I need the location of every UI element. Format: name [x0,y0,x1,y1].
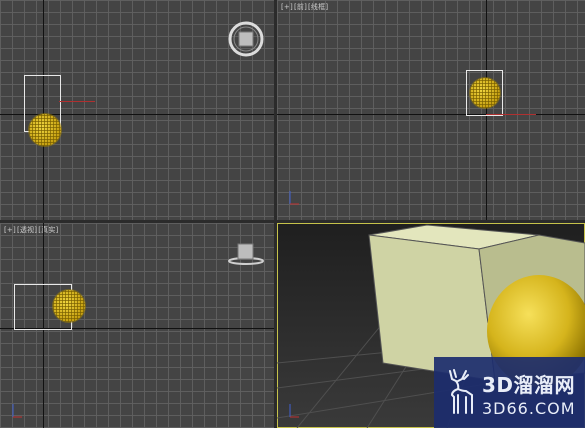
viewport-front[interactable]: [+][前][线框] [277,0,585,220]
viewcube-ring-icon[interactable] [227,20,265,58]
axis-tripod-icon [289,404,299,418]
gizmo-x-axis [486,114,536,115]
axis-tripod-icon [289,191,299,205]
selection-bracket-box[interactable] [466,70,503,116]
viewport-view-label[interactable]: [透视] [17,226,37,234]
viewport-label[interactable]: [+][透视][真实] [4,225,59,235]
viewport-view-label[interactable]: [前] [294,3,307,11]
watermark-title: 3D溜溜网 [482,373,576,397]
watermark-url: 3D66.COM [482,399,576,418]
viewport-top[interactable] [0,0,274,220]
viewport-left[interactable]: [+][透视][真实] [0,223,274,428]
axis-tripod-icon [12,404,22,418]
viewport-label[interactable]: [+][前][线框] [281,2,329,12]
viewport-menu-plus[interactable]: [+] [281,3,293,11]
axis-horizontal [277,114,585,115]
sphere-object[interactable] [53,290,85,322]
viewcube-icon[interactable] [226,241,266,267]
watermark: 3D溜溜网 3D66.COM [434,357,585,428]
viewport-shading-label[interactable]: [真实] [38,226,58,234]
viewport-shading-label[interactable]: [线框] [308,3,328,11]
sphere-object[interactable] [29,114,61,146]
viewport-menu-plus[interactable]: [+] [4,226,16,234]
deer-logo-icon [449,369,473,414]
gizmo-x-axis [59,101,95,102]
